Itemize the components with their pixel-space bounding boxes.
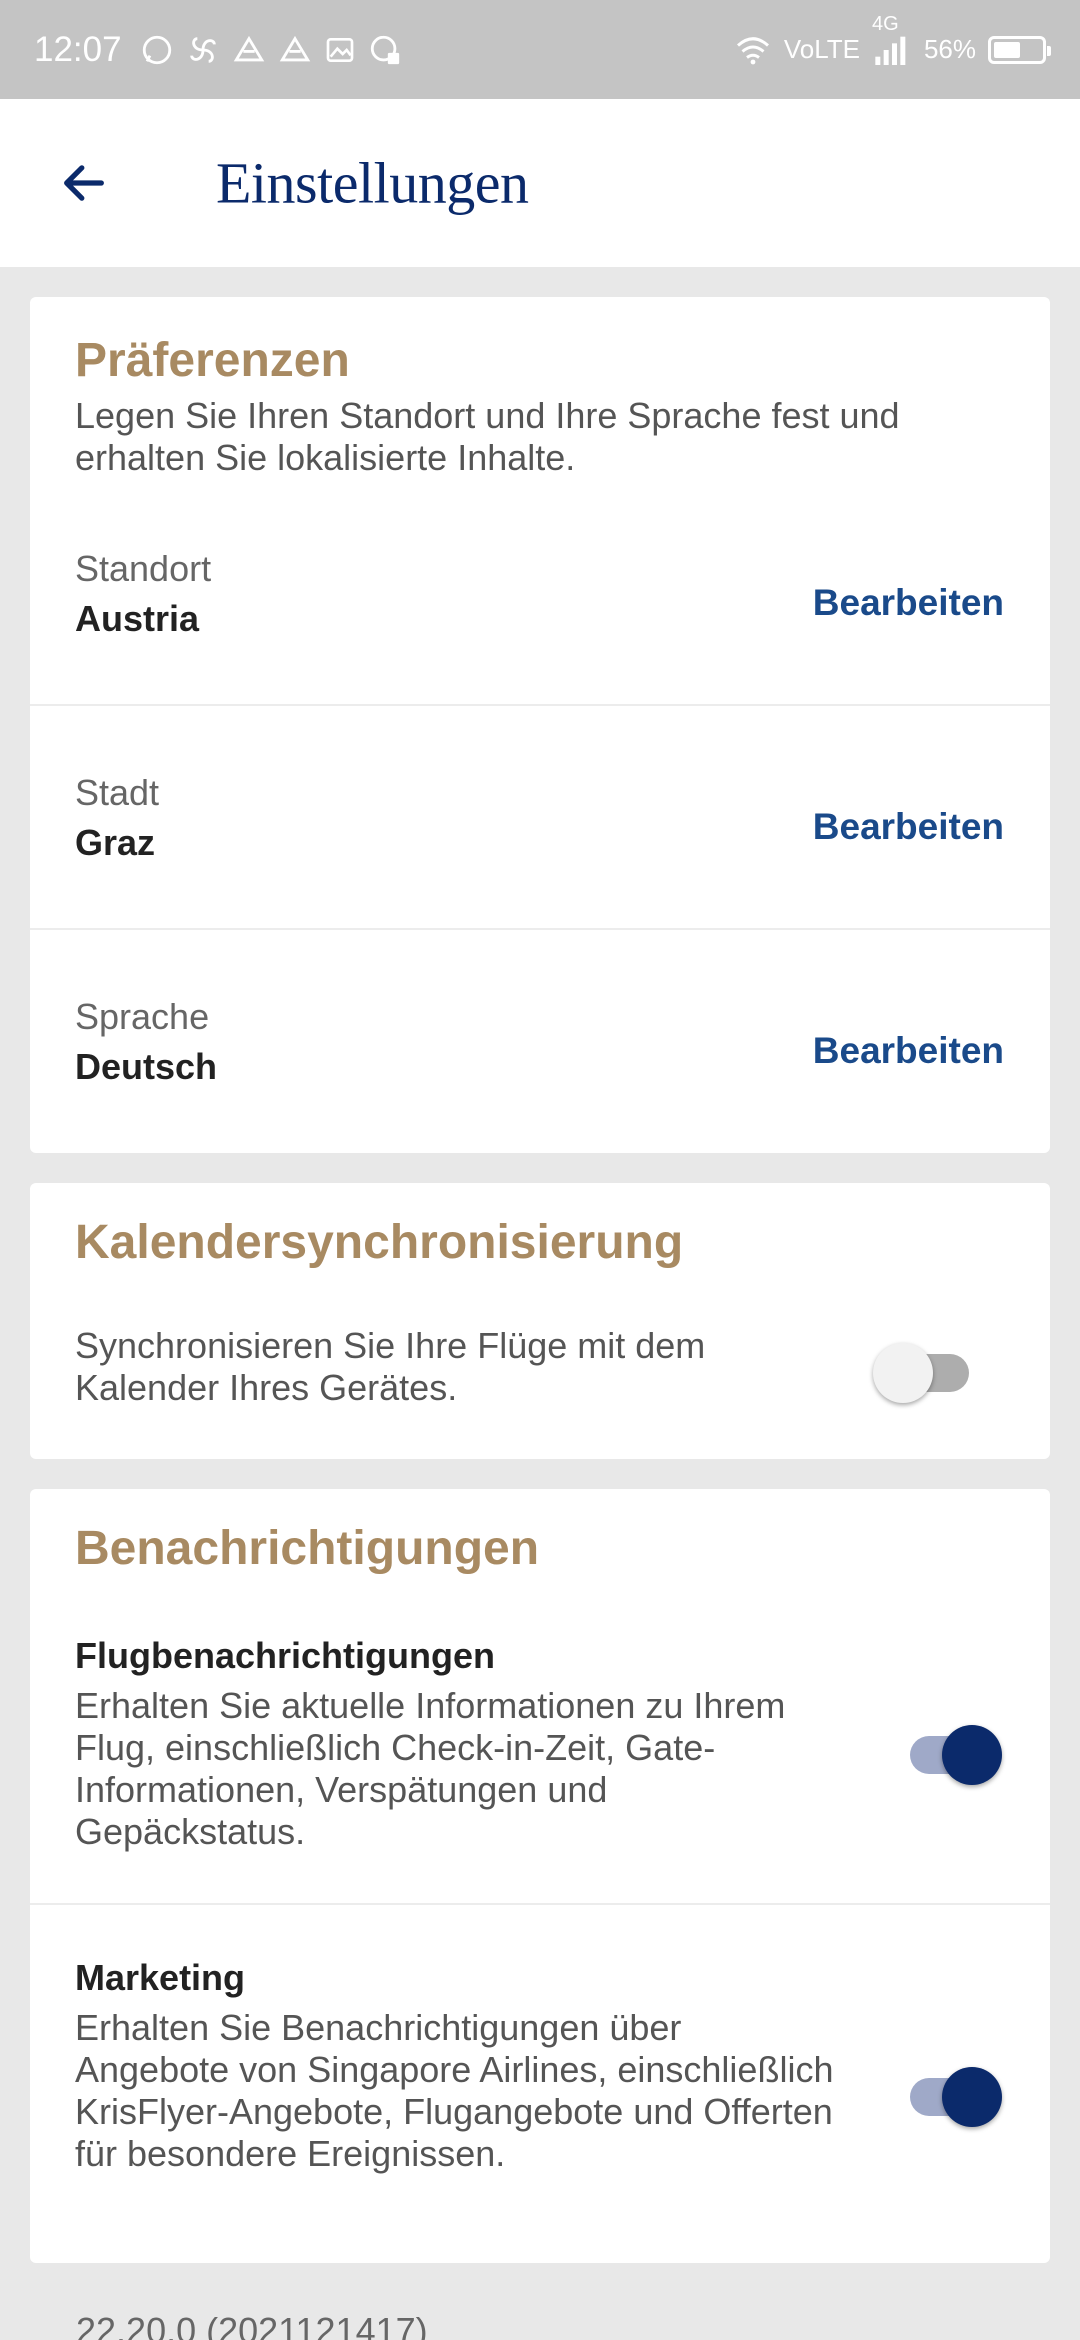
calendar-sync-description: Synchronisieren Sie Ihre Flüge mit dem K… <box>75 1325 706 1408</box>
signal-type-label: 4G <box>871 12 899 35</box>
divider <box>30 704 1050 706</box>
location-label: Standort <box>75 548 212 589</box>
flight-notifications-description: Erhalten Sie aktuelle Informationen zu I… <box>75 1685 786 1852</box>
drive-icon <box>232 33 266 67</box>
city-value: Graz <box>75 822 156 863</box>
location-row: Standort Austria Bearbeiten <box>30 540 1050 700</box>
arrow-left-icon <box>64 165 104 201</box>
calendar-sync-toggle[interactable] <box>873 1333 973 1403</box>
network-label: VoLTE <box>783 34 860 64</box>
preferences-title: Präferenzen <box>75 334 350 387</box>
back-button[interactable] <box>52 151 116 215</box>
city-row: Stadt Graz Bearbeiten <box>30 764 1050 924</box>
battery-icon <box>988 35 1051 64</box>
status-bar-right: VoLTE 4G 56% <box>734 13 1051 67</box>
language-value: Deutsch <box>75 1046 218 1087</box>
location-value: Austria <box>75 598 200 639</box>
app-bar: Einstellungen <box>0 99 1080 267</box>
status-time: 12:07 <box>34 29 122 69</box>
calendar-sync-title: Kalendersynchronisierung <box>75 1216 684 1269</box>
wifi-icon <box>734 35 772 65</box>
edit-language-button[interactable]: Bearbeiten <box>813 1030 1004 1072</box>
divider <box>30 928 1050 930</box>
marketing-title: Marketing <box>75 1957 246 1998</box>
language-label: Sprache <box>75 996 210 1037</box>
city-label: Stadt <box>75 772 160 813</box>
flight-notifications-toggle[interactable] <box>898 1715 1002 1785</box>
marketing-toggle[interactable] <box>898 2057 1002 2127</box>
whatsapp-icon <box>140 33 174 67</box>
preferences-card: Präferenzen Legen Sie Ihren Standort und… <box>30 297 1050 1153</box>
flight-notifications-title: Flugbenachrichtigungen <box>75 1635 495 1676</box>
drive-icon <box>278 33 312 67</box>
notifications-card: Benachrichtigungen Flugbenachrichtigunge… <box>30 1489 1050 2263</box>
calendar-sync-card: Kalendersynchronisierung Synchronisieren… <box>30 1183 1050 1459</box>
edit-city-button[interactable]: Bearbeiten <box>813 806 1004 848</box>
language-row: Sprache Deutsch Bearbeiten <box>30 988 1050 1128</box>
toggle-thumb <box>942 2067 1002 2127</box>
preferences-description: Legen Sie Ihren Standort und Ihre Sprach… <box>75 395 900 478</box>
status-bar: 12:07 VoLTE 4G 56% <box>0 0 1080 99</box>
image-icon <box>324 34 356 66</box>
battery-fill <box>994 41 1020 58</box>
signal-icon: 4G <box>872 13 912 67</box>
app-version: 22.20.0 (2021121417) <box>76 2310 428 2340</box>
divider <box>30 1903 1050 1905</box>
battery-percent: 56% <box>923 34 976 64</box>
status-bar-left: 12:07 <box>34 30 402 70</box>
app-icon <box>368 33 402 67</box>
toggle-thumb <box>942 1725 1002 1785</box>
page-title: Einstellungen <box>216 150 529 216</box>
notifications-title: Benachrichtigungen <box>75 1522 540 1575</box>
toggle-thumb <box>873 1343 933 1403</box>
pinwheel-icon <box>186 33 220 67</box>
edit-location-button[interactable]: Bearbeiten <box>813 582 1004 624</box>
marketing-description: Erhalten Sie Benachrichtigungen über Ang… <box>75 2007 834 2174</box>
